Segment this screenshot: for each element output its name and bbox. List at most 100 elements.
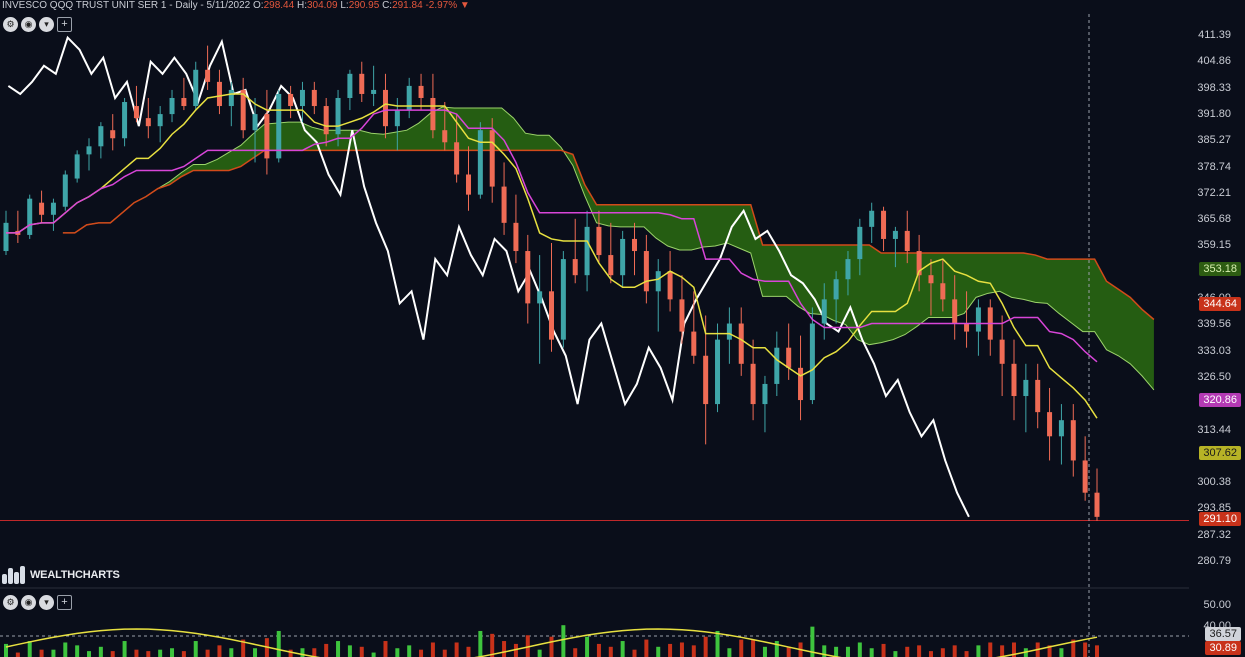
candle-body bbox=[632, 238, 638, 252]
candle-body bbox=[169, 97, 175, 115]
settings-icon[interactable]: ⚙ bbox=[3, 17, 18, 32]
histogram-bar bbox=[454, 642, 459, 657]
candle-body bbox=[821, 299, 827, 324]
histogram-bar bbox=[502, 641, 507, 657]
oscillator-controls: ⚙ ◉ ▾ + bbox=[3, 595, 72, 610]
candle-body bbox=[133, 106, 139, 119]
histogram-bar bbox=[834, 646, 839, 657]
histogram-bar bbox=[312, 648, 317, 657]
histogram-bar bbox=[976, 645, 981, 657]
histogram-bar bbox=[419, 649, 424, 657]
histogram-bar bbox=[857, 642, 862, 657]
chart-canvas[interactable] bbox=[0, 0, 1245, 657]
candle-body bbox=[323, 106, 329, 135]
interval-label: - Daily bbox=[169, 0, 198, 11]
histogram-bar bbox=[905, 646, 910, 657]
histogram-bar bbox=[466, 646, 471, 657]
histogram-bar bbox=[87, 651, 92, 657]
candle-body bbox=[655, 271, 661, 292]
axis-tick: 391.80 bbox=[1197, 107, 1231, 120]
price-tag: 307.62 bbox=[1199, 445, 1241, 460]
price-tag: 353.18 bbox=[1199, 262, 1241, 277]
candle-body bbox=[703, 355, 709, 405]
candle-body bbox=[798, 367, 804, 401]
histogram-bar bbox=[98, 646, 103, 657]
candle-body bbox=[1023, 379, 1029, 397]
oscillator-eye-icon[interactable]: ◉ bbox=[21, 595, 36, 610]
candle-body bbox=[501, 186, 507, 223]
candle-body bbox=[371, 89, 377, 94]
axis-tick: 411.39 bbox=[1198, 29, 1231, 41]
histogram-bar bbox=[668, 643, 673, 657]
price-axis[interactable]: 411.39 404.86 398.33 391.80 385.27 378.74 372.… bbox=[1189, 0, 1245, 657]
candle-body bbox=[1058, 420, 1064, 437]
candle-body bbox=[122, 102, 128, 139]
candle-body bbox=[549, 291, 554, 340]
wealthcharts-logo-icon bbox=[2, 566, 26, 584]
candle-body bbox=[181, 97, 187, 107]
candle-body bbox=[1047, 412, 1053, 437]
histogram-bar bbox=[585, 636, 590, 657]
close-label: C: bbox=[382, 0, 393, 11]
histogram-bar bbox=[644, 639, 649, 657]
chart-header: INVESCO QQQ TRUST UNIT SER 1 - Daily - 5… bbox=[2, 0, 470, 14]
histogram-bar bbox=[679, 642, 684, 657]
histogram-bar bbox=[478, 630, 483, 657]
low-value: 290.95 bbox=[348, 0, 380, 11]
histogram-bar bbox=[893, 651, 898, 657]
histogram-bar bbox=[1095, 645, 1099, 657]
axis-tick: 359.15 bbox=[1197, 239, 1231, 252]
oscillator-tag: 36.57 bbox=[1205, 627, 1241, 641]
axis-tick: 333.03 bbox=[1197, 344, 1231, 357]
candle-body bbox=[608, 255, 614, 276]
open-value: 298.44 bbox=[263, 0, 295, 11]
histogram-bar bbox=[774, 641, 779, 657]
candle-body bbox=[572, 259, 578, 276]
candle-body bbox=[62, 174, 68, 207]
histogram-bar bbox=[656, 646, 661, 657]
candle-body bbox=[881, 210, 887, 239]
high-label: H: bbox=[296, 0, 307, 11]
change-value: -2.97% bbox=[425, 0, 458, 11]
candle-body bbox=[892, 230, 898, 239]
candle-body bbox=[382, 89, 388, 127]
price-tag: 291.10 bbox=[1199, 512, 1241, 527]
histogram-bar bbox=[181, 651, 186, 657]
candle-body bbox=[288, 93, 294, 107]
histogram-bar bbox=[336, 641, 341, 657]
oscillator-settings-icon[interactable]: ⚙ bbox=[3, 595, 18, 610]
histogram-bar bbox=[596, 643, 601, 657]
histogram-bar bbox=[383, 641, 388, 657]
candle-body bbox=[904, 230, 910, 252]
histogram-bar bbox=[158, 649, 163, 657]
candle-body bbox=[50, 202, 56, 215]
histogram-bar bbox=[347, 645, 352, 657]
eye-icon[interactable]: ◉ bbox=[21, 17, 36, 32]
oscillator-chevron-down-icon[interactable]: ▾ bbox=[39, 595, 54, 610]
histogram-bar bbox=[205, 649, 210, 657]
candle-body bbox=[39, 202, 45, 215]
histogram-bar bbox=[691, 645, 696, 657]
open-label: O: bbox=[253, 0, 264, 11]
candle-body bbox=[940, 283, 946, 300]
histogram-bar bbox=[703, 636, 708, 657]
candle-body bbox=[1011, 363, 1017, 397]
candle-body bbox=[276, 93, 282, 159]
histogram-bar bbox=[739, 639, 744, 657]
candle-body bbox=[537, 291, 543, 304]
axis-tick: 280.79 bbox=[1197, 555, 1231, 567]
candle-body bbox=[726, 323, 732, 340]
histogram-bar bbox=[122, 641, 127, 657]
candle-body bbox=[715, 339, 721, 405]
histogram-bar bbox=[1059, 648, 1064, 657]
candle-body bbox=[845, 259, 851, 280]
senkou-span-b bbox=[62, 149, 1155, 321]
oscillator-add-icon[interactable]: + bbox=[57, 595, 72, 610]
candle-body bbox=[394, 110, 400, 127]
price-chart[interactable] bbox=[0, 0, 1245, 657]
histogram-bar bbox=[988, 642, 993, 657]
candle-body bbox=[952, 299, 958, 324]
add-indicator-icon[interactable]: + bbox=[57, 17, 72, 32]
candle-body bbox=[98, 126, 104, 147]
chevron-down-icon[interactable]: ▾ bbox=[39, 17, 54, 32]
